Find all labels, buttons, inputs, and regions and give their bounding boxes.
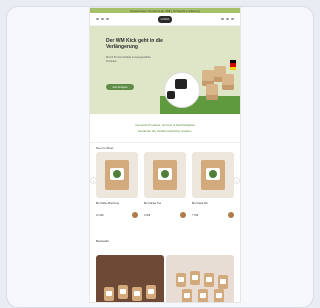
product-bag-image [176,273,186,287]
add-to-cart-button[interactable] [180,212,186,218]
product-bag-image [218,275,228,289]
product-name: Bio Snack Mix [192,202,208,205]
webpage: Kostenloser Versand ab 39€ | Schnelle Li… [90,8,240,302]
wishlist-icon[interactable] [226,18,229,20]
section-title-new: Neu im Shop [96,145,114,150]
product-name: Bio Kräuter Tee [144,202,162,205]
product-bag-image [198,289,208,302]
product-bag-image [222,74,234,90]
promo-line-1: Gesunde Produkte, Genuss & Nachhaltigkei… [135,123,195,127]
product-bag-image [190,271,200,285]
bestseller-grid [90,245,240,302]
menu-icon[interactable] [96,18,99,20]
add-to-cart-button[interactable] [228,212,234,218]
section-title-best: Bestseller [96,238,110,243]
product-bag-image [118,285,128,299]
product-price: 7,50€ [192,214,199,217]
product-bag-image [132,287,142,301]
header-actions [221,18,234,20]
header-nav [96,18,109,20]
add-to-cart-button[interactable] [132,212,138,218]
hero-banner: Der WM Kick geht in die Verlängerung Mit… [90,26,240,114]
hero-subtitle: Mit 15 Prozent Rabatt auf ausgewählte Pr… [106,56,151,63]
topbar-text: Kostenloser Versand ab 39€ | Schnelle Li… [130,8,200,13]
product-carousel: ‹ › Bio Kaffee Mischung 12,90€ Bio Kräut… [90,152,240,236]
logo-text: LOGO [160,17,170,21]
promo-strip: Gesunde Produkte, Genuss & Nachhaltigkei… [90,114,240,143]
product-bag-image [206,84,218,100]
soccer-ball-image [164,72,200,108]
nav-link[interactable] [106,18,109,20]
product-name: Bio Kaffee Mischung [96,202,119,205]
product-bag-image [204,273,214,287]
brand-logo[interactable]: LOGO [158,15,172,23]
hero-title: Der WM Kick geht in die Verlängerung [106,38,163,50]
user-icon[interactable] [221,18,224,20]
product-bag-image [146,285,156,299]
header: LOGO [90,13,240,26]
hero-cta-label: Jetzt shoppen [112,85,128,89]
product-image [105,160,129,190]
product-bag-image [104,287,114,301]
chevron-right-icon[interactable]: › [234,178,239,183]
product-image [201,160,225,190]
bestseller-tile[interactable] [96,255,164,302]
product-price: 12,90€ [96,214,104,217]
search-icon[interactable] [101,18,104,20]
product-card[interactable]: Bio Snack Mix 7,50€ [192,152,234,218]
product-card[interactable]: Bio Kräuter Tee 9,90€ [144,152,186,218]
hero-cta-button[interactable]: Jetzt shoppen [106,84,134,90]
cart-icon[interactable] [231,18,234,20]
product-bag-image [214,289,224,302]
product-bag-image [182,289,192,302]
product-image [153,160,177,190]
product-card[interactable]: Bio Kaffee Mischung 12,90€ [96,152,138,218]
product-price: 9,90€ [144,214,151,217]
germany-flag-icon [230,60,236,70]
promo-line-2: Entdecke die Vielfalt natürlicher Zutate… [138,129,192,133]
bestseller-tile[interactable] [166,255,234,302]
